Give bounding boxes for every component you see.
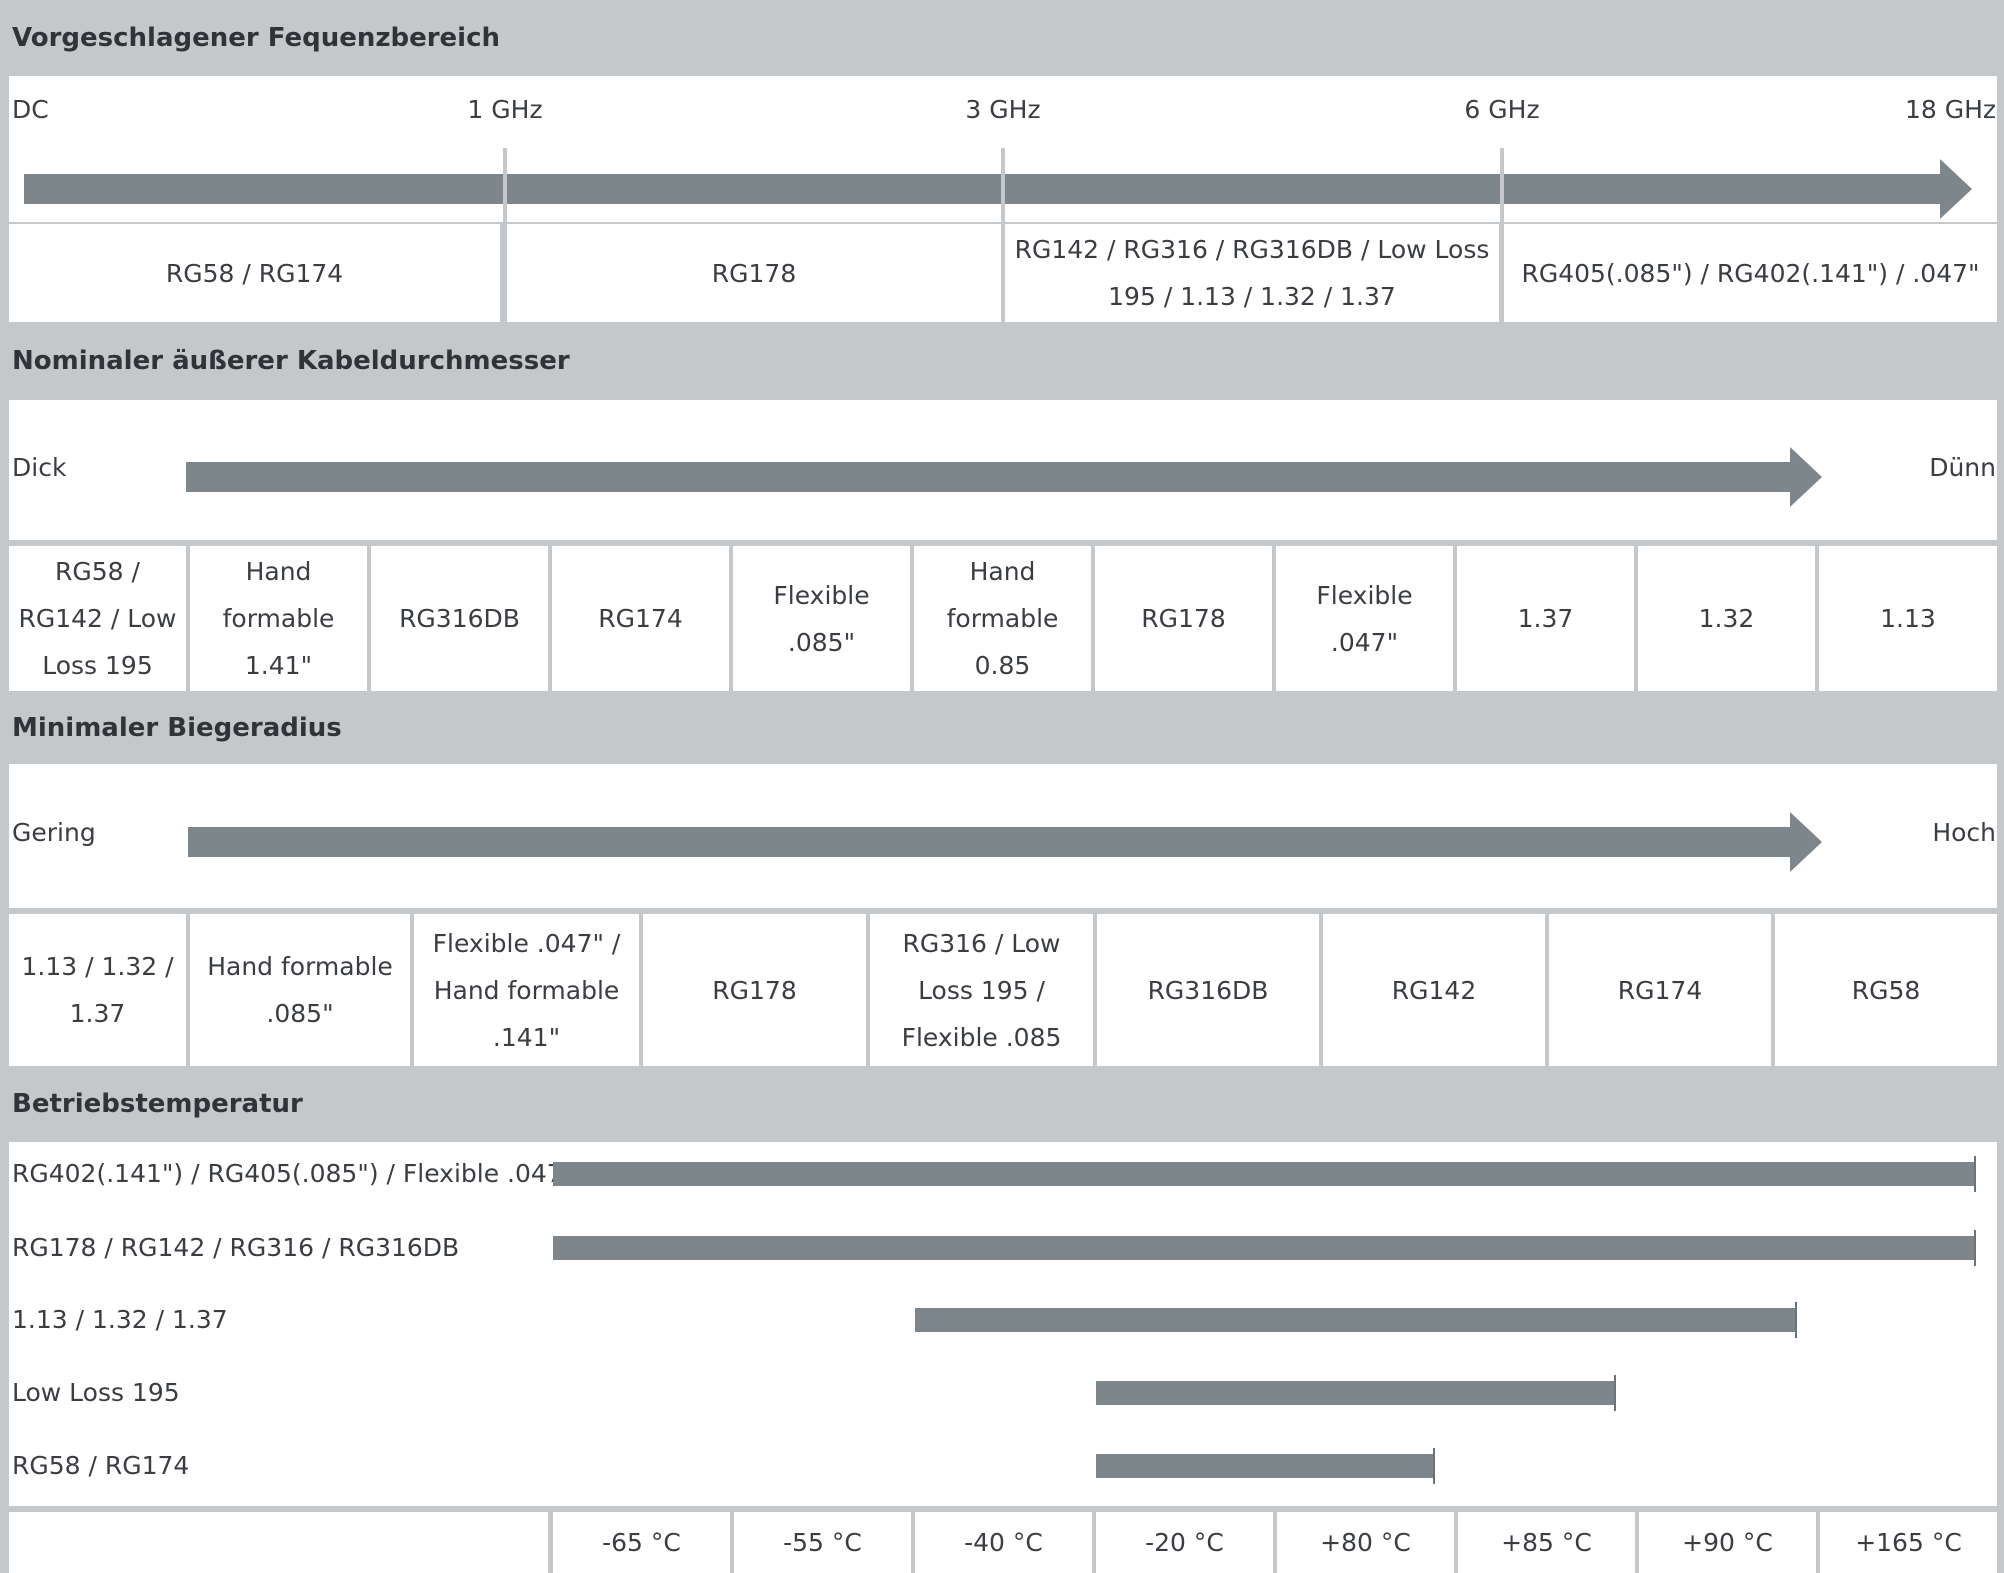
bend-cable-cell: RG316 / Low Loss 195 / Flexible .085	[870, 914, 1093, 1066]
section-title-frequency: Vorgeschlagener Fequenzbereich	[12, 23, 501, 53]
diameter-cable-cell: 1.32	[1638, 546, 1815, 691]
temperature-axis-label: -65 °C	[553, 1512, 730, 1573]
bend-arrow-head	[1790, 812, 1822, 872]
temperature-range-end-cap	[1974, 1156, 1976, 1192]
temperature-range-end-cap	[1974, 1230, 1976, 1266]
diameter-cable-cell: RG174	[552, 546, 729, 691]
frequency-scale-label: 18 GHz	[1904, 95, 1996, 124]
cable-comparison-sheet: Vorgeschlagener Fequenzbereich DC 1 GHz 3 G…	[0, 0, 2004, 1573]
diameter-cable-cell: Flexible .047"	[1276, 546, 1453, 691]
diameter-cable-cell: Hand formable 1.41"	[190, 546, 367, 691]
temperature-axis-label: +80 °C	[1277, 1512, 1454, 1573]
bend-arrow-shaft	[188, 827, 1790, 857]
temperature-range-bar	[553, 1236, 1975, 1260]
frequency-cable-cell: RG142 / RG316 / RG316DB / Low Loss 195 /…	[1005, 224, 1499, 322]
frequency-divider-tick	[503, 148, 507, 222]
diameter-cable-cell: Hand formable 0.85	[914, 546, 1091, 691]
bend-cable-cell: RG174	[1549, 914, 1771, 1066]
diameter-arrow-shaft	[186, 462, 1790, 492]
temperature-axis-label: +90 °C	[1639, 1512, 1816, 1573]
bend-cable-cell: RG178	[643, 914, 866, 1066]
temperature-range-end-cap	[1614, 1375, 1616, 1411]
temperature-range-end-cap	[1795, 1302, 1797, 1338]
temperature-series-label: RG58 / RG174	[12, 1451, 190, 1480]
temperature-range-bar	[553, 1162, 1975, 1186]
diameter-cable-cell: Flexible .085"	[733, 546, 910, 691]
diameter-cable-cell: RG58 / RG142 / Low Loss 195	[9, 546, 186, 691]
bend-cable-cell: 1.13 / 1.32 / 1.37	[9, 914, 186, 1066]
section-title-bend: Minimaler Biegeradius	[12, 712, 342, 743]
frequency-cable-cell: RG178	[507, 224, 1001, 322]
diameter-cable-cell: RG316DB	[371, 546, 548, 691]
frequency-scale-label: 3 GHz	[965, 95, 1041, 124]
frequency-scale-label: DC	[12, 95, 49, 124]
temperature-axis-label: -40 °C	[915, 1512, 1092, 1573]
temperature-range-bar	[915, 1308, 1796, 1332]
diameter-cable-cell: 1.37	[1457, 546, 1634, 691]
temperature-series-label: Low Loss 195	[12, 1378, 180, 1407]
temperature-range-bar	[1096, 1454, 1434, 1478]
diameter-arrow-head	[1790, 447, 1822, 507]
section-title-temperature: Betriebstemperatur	[12, 1089, 303, 1119]
diameter-cable-cell: RG178	[1095, 546, 1272, 691]
bend-cable-cell: RG316DB	[1097, 914, 1319, 1066]
bend-end-label: Hoch	[1932, 818, 1996, 847]
frequency-arrow-head	[1940, 159, 1972, 219]
frequency-cable-cell: RG405(.085") / RG402(.141") / .047"	[1504, 224, 1997, 322]
diameter-start-label: Dick	[12, 453, 67, 482]
frequency-divider-tick	[1500, 148, 1504, 222]
temperature-axis-blank-cell	[9, 1512, 548, 1573]
bend-cable-cell: Hand formable .085"	[190, 914, 410, 1066]
frequency-scale-label: 1 GHz	[467, 95, 543, 124]
temperature-series-label: RG178 / RG142 / RG316 / RG316DB	[12, 1233, 460, 1262]
frequency-scale-label: 6 GHz	[1464, 95, 1540, 124]
section-title-diameter: Nominaler äußerer Kabeldurchmesser	[12, 346, 570, 376]
bend-cable-cell: Flexible .047" / Hand formable .141"	[414, 914, 639, 1066]
diameter-cable-cell: 1.13	[1819, 546, 1997, 691]
bend-cable-cell: RG142	[1323, 914, 1545, 1066]
frequency-cable-cell: RG58 / RG174	[9, 224, 500, 322]
temperature-range-end-cap	[1433, 1448, 1435, 1484]
temperature-axis-label: +165 °C	[1820, 1512, 1997, 1573]
temperature-axis-label: -55 °C	[734, 1512, 911, 1573]
frequency-arrow-shaft	[24, 174, 1942, 204]
temperature-range-bar	[1096, 1381, 1615, 1405]
bend-start-label: Gering	[12, 818, 96, 847]
temperature-series-label: RG402(.141") / RG405(.085") / Flexible .…	[12, 1159, 575, 1188]
temperature-axis-label: +85 °C	[1458, 1512, 1635, 1573]
temperature-series-label: 1.13 / 1.32 / 1.37	[12, 1305, 228, 1334]
frequency-divider-tick	[1001, 148, 1005, 222]
temperature-axis-label: -20 °C	[1096, 1512, 1273, 1573]
diameter-end-label: Dünn	[1929, 453, 1996, 482]
bend-cable-cell: RG58	[1775, 914, 1997, 1066]
